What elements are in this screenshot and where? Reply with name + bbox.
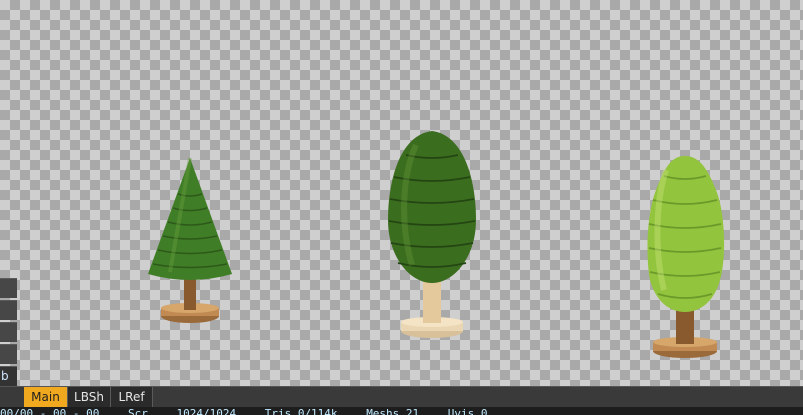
oval-tree-light-model[interactable] <box>640 150 735 365</box>
left-panel-cell[interactable] <box>0 344 17 364</box>
status-bar: 00/00 - 00 - 00 Scr 1024/1024 Tris 0/114… <box>0 407 803 415</box>
oval-tree-dark-model[interactable] <box>380 125 490 345</box>
status-meshes: Meshs 21 <box>366 407 420 415</box>
status-uv: Uvis 0 <box>447 407 488 415</box>
status-frame: 00/00 - 00 - 00 <box>0 407 100 415</box>
fir-trunk <box>184 278 196 310</box>
status-scene: Scr <box>127 407 148 415</box>
left-panel-cell[interactable] <box>0 278 17 298</box>
fir-canopy <box>148 158 232 280</box>
tab-lbsh[interactable]: LBSh <box>68 387 111 407</box>
fir-tree-model[interactable] <box>140 150 240 330</box>
tab-bar: Main LBSh LRef <box>0 386 803 407</box>
tab-main[interactable]: Main <box>24 387 68 407</box>
tab-lref[interactable]: LRef <box>111 387 153 407</box>
status-tris: Tris 0/114k <box>264 407 338 415</box>
left-panel-strip: b <box>0 278 17 386</box>
left-panel-cell[interactable] <box>0 322 17 342</box>
left-panel-label[interactable]: b <box>0 366 17 386</box>
left-panel-cell[interactable] <box>0 300 17 320</box>
3d-viewport[interactable] <box>0 0 803 386</box>
status-resolution: 1024/1024 <box>176 407 237 415</box>
